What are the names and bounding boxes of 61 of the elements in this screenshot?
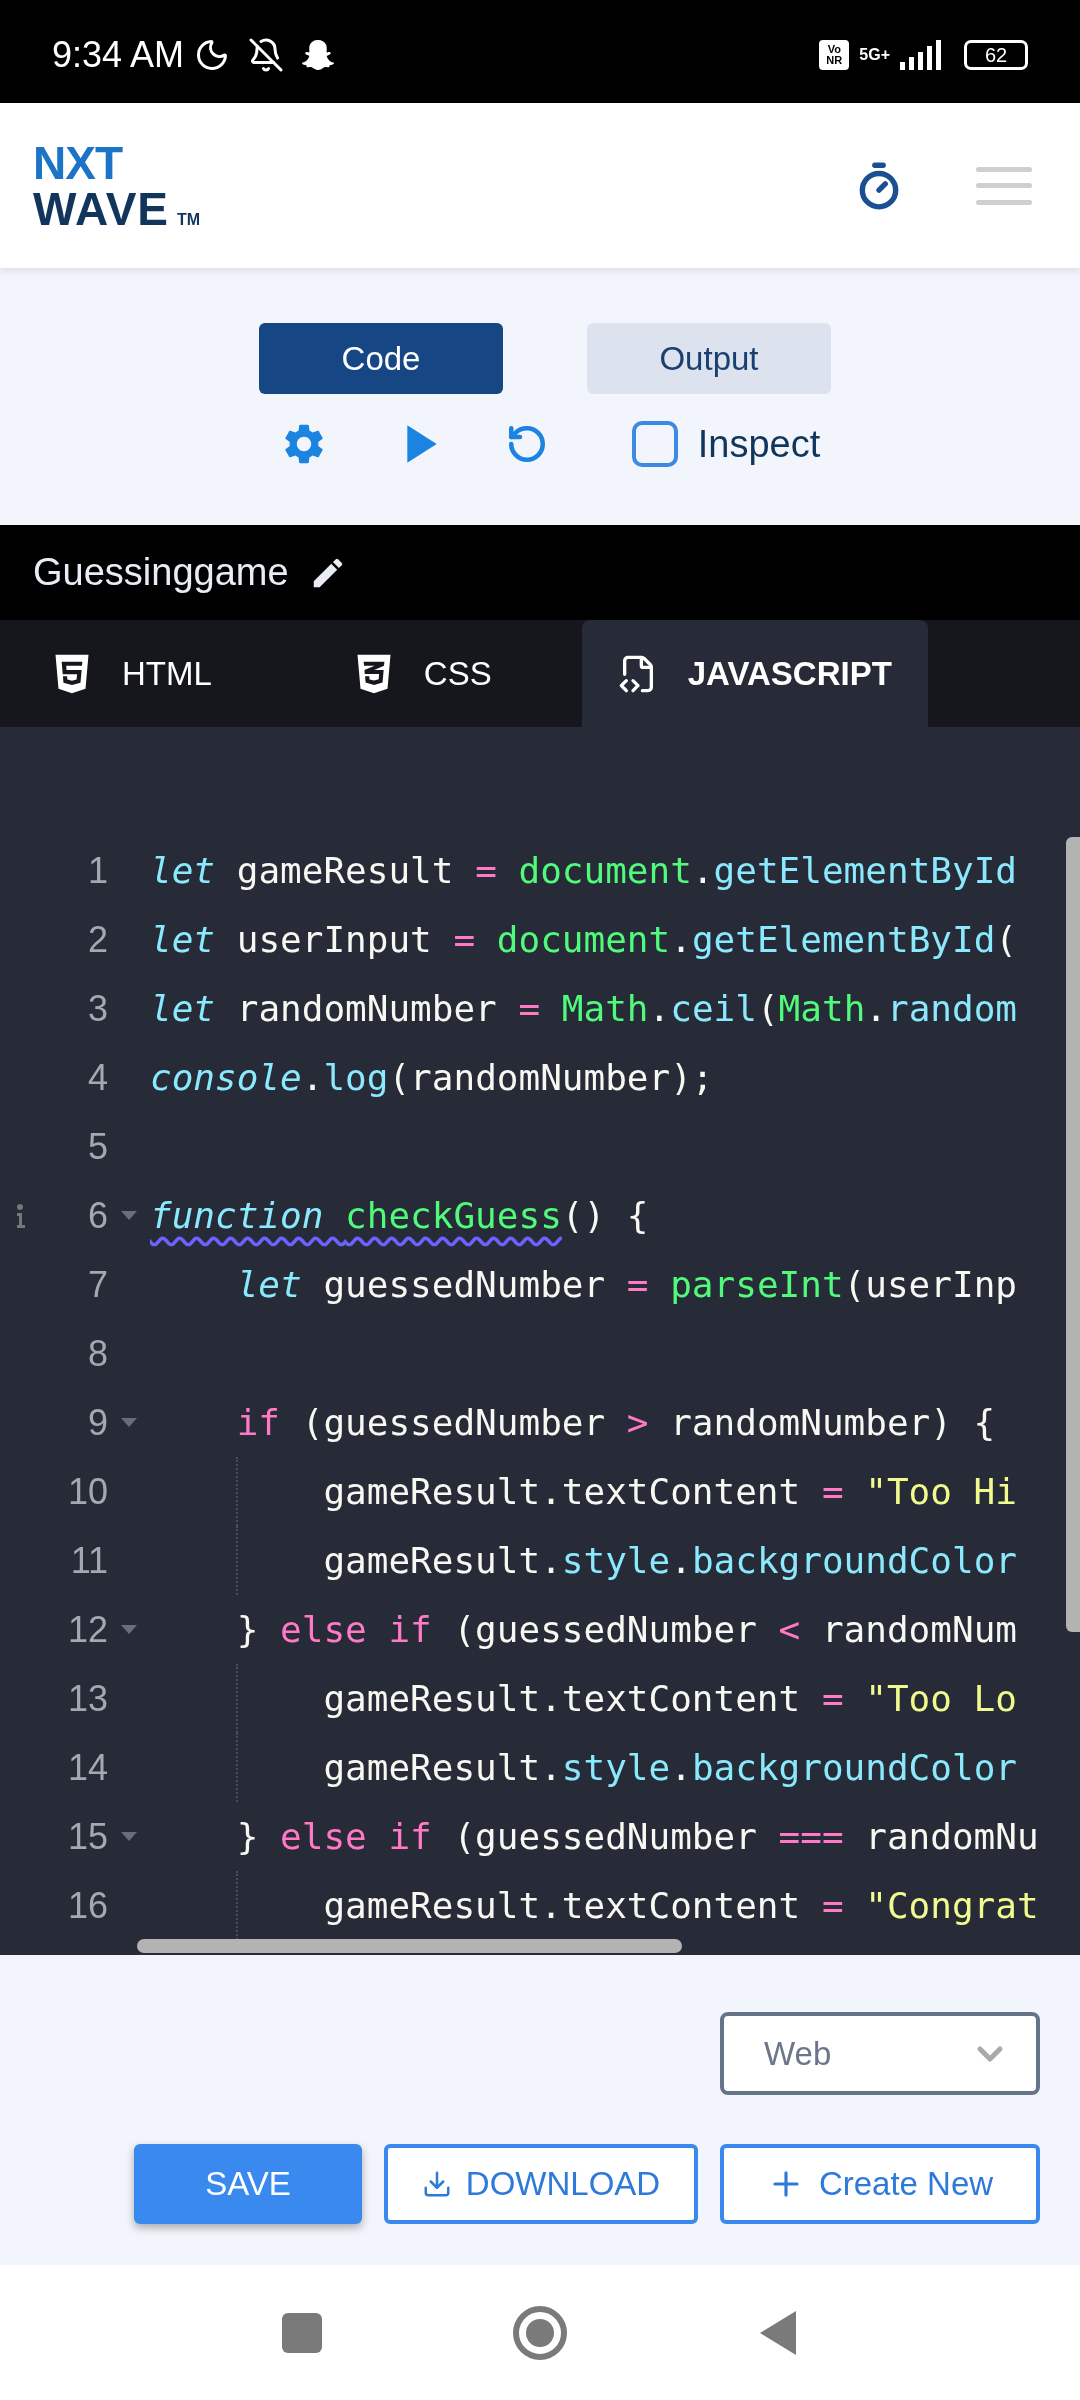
view-tab[interactable]: Code bbox=[259, 323, 503, 394]
clock-time: 9:34 AM bbox=[52, 32, 185, 77]
code-line: let guessedNumber = parseInt(userInp bbox=[235, 1263, 1017, 1307]
trademark-mark: TM bbox=[177, 211, 201, 228]
create-new-button[interactable]: Create New bbox=[720, 2144, 1040, 2224]
line-number: 11 bbox=[69, 1538, 108, 1583]
line-number: 12 bbox=[66, 1607, 108, 1652]
signal-icon bbox=[900, 39, 944, 70]
view-tab[interactable]: Output bbox=[587, 323, 831, 394]
code-line: gameResult.textContent = "Congrat bbox=[322, 1884, 1039, 1928]
fold-caret-icon[interactable] bbox=[121, 1210, 137, 1221]
code-line: gameResult.textContent = "Too Lo bbox=[322, 1677, 1017, 1721]
line-number: 10 bbox=[66, 1469, 108, 1514]
code-line: gameResult.style.backgroundColor bbox=[322, 1539, 1017, 1583]
line-number: 7 bbox=[86, 1262, 108, 1307]
line-number: 2 bbox=[86, 917, 108, 962]
network-label: 5G+ bbox=[859, 44, 890, 65]
line-number: 6 bbox=[86, 1193, 108, 1238]
code-line: console.log(randomNumber); bbox=[150, 1056, 714, 1100]
line-number: 13 bbox=[66, 1676, 108, 1721]
file-tab[interactable]: CSS bbox=[301, 620, 582, 727]
code-line: if (guessedNumber > randomNumber) { bbox=[235, 1401, 996, 1445]
battery-indicator: 62 bbox=[964, 39, 1028, 70]
code-line: function checkGuess() { bbox=[150, 1194, 649, 1238]
code-line: gameResult.style.backgroundColor bbox=[322, 1746, 1017, 1790]
code-line: let gameResult = document.getElementById bbox=[150, 849, 1017, 893]
code-editor[interactable] bbox=[0, 727, 1080, 1955]
code-line: let userInput = document.getElementById( bbox=[150, 918, 1018, 962]
fold-caret-icon[interactable] bbox=[121, 1417, 137, 1428]
fold-caret-icon[interactable] bbox=[121, 1831, 137, 1842]
code-line: } else if (guessedNumber === randomNu bbox=[235, 1815, 1039, 1859]
code-line: gameResult.textContent = "Too Hi bbox=[322, 1470, 1017, 1514]
download-button[interactable]: DOWNLOAD bbox=[384, 2144, 698, 2224]
line-number: 14 bbox=[66, 1745, 108, 1790]
project-title: Guessinggame bbox=[33, 550, 289, 595]
line-number: 5 bbox=[86, 1124, 108, 1169]
bell-off-icon bbox=[248, 36, 285, 73]
line-number: 8 bbox=[86, 1331, 108, 1376]
line-number: 1 bbox=[86, 848, 108, 893]
code-line: } else if (guessedNumber < randomNum bbox=[235, 1608, 1017, 1652]
recents-button[interactable] bbox=[282, 2312, 322, 2353]
save-button[interactable]: SAVE bbox=[134, 2144, 362, 2224]
file-tab[interactable]: JAVASCRIPT bbox=[581, 620, 928, 727]
line-number: 16 bbox=[66, 1883, 108, 1928]
logo-text: WAVE bbox=[33, 185, 170, 232]
line-number: 9 bbox=[86, 1400, 108, 1445]
line-number: 4 bbox=[86, 1055, 108, 1100]
fold-caret-icon[interactable] bbox=[121, 1624, 137, 1635]
mode-select[interactable]: Web bbox=[720, 2012, 1040, 2095]
line-number: 3 bbox=[86, 986, 108, 1031]
volte-badge: Vo NR bbox=[819, 39, 850, 70]
logo-text: NXT bbox=[33, 139, 124, 186]
home-button[interactable] bbox=[512, 2304, 568, 2361]
file-tab[interactable]: HTML bbox=[0, 620, 302, 727]
vertical-scrollbar[interactable] bbox=[1066, 837, 1080, 1632]
code-line: let randomNumber = Math.ceil(Math.random bbox=[150, 987, 1018, 1031]
inspect-checkbox[interactable]: Inspect bbox=[631, 415, 821, 473]
back-button[interactable] bbox=[758, 2308, 798, 2357]
ghost-icon bbox=[302, 38, 335, 71]
line-number: 15 bbox=[66, 1814, 108, 1859]
horizontal-scrollbar[interactable] bbox=[137, 1939, 682, 1953]
